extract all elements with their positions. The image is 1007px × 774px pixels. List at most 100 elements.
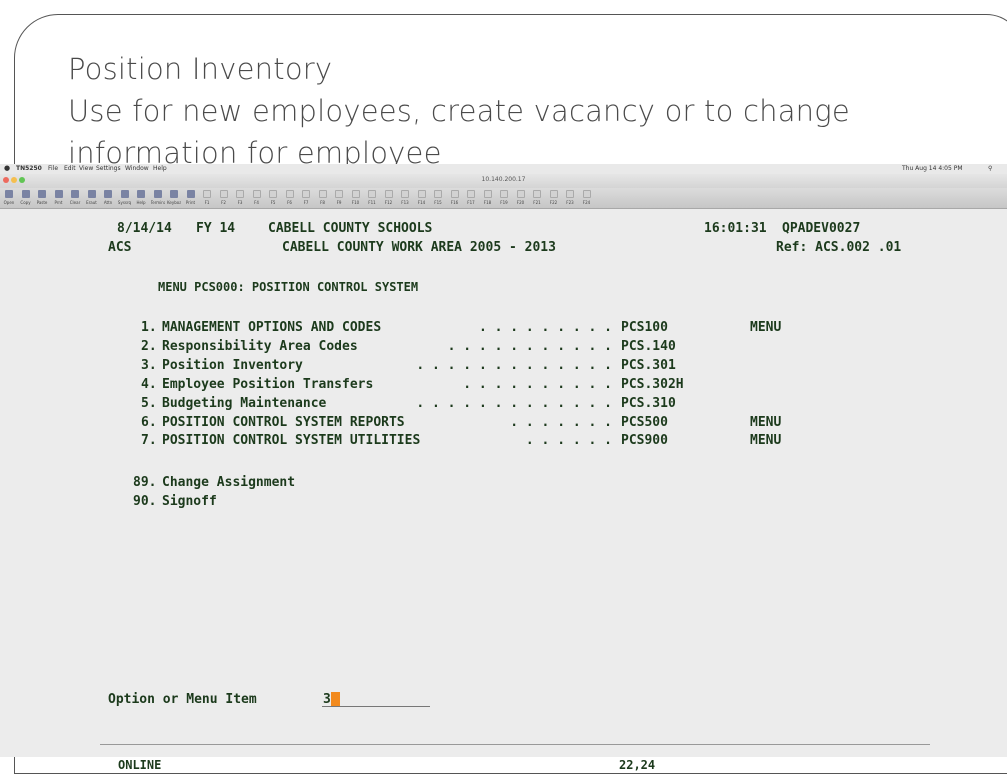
window-title: 10.140.200.17	[481, 176, 526, 183]
toolbar-button[interactable]: F6	[283, 190, 297, 205]
window-titlebar: 10.140.200.17	[0, 174, 1007, 188]
toolbar-button[interactable]: Terminal	[151, 190, 165, 205]
menu-item-89-label[interactable]: Change Assignment	[162, 475, 295, 490]
toolbar-button[interactable]: F21	[530, 190, 544, 205]
toolbar-button-icon	[252, 190, 261, 198]
cursor-position: 22,24	[619, 758, 656, 772]
toolbar-button[interactable]: F11	[365, 190, 379, 205]
toolbar-button-icon	[483, 190, 492, 198]
toolbar-button[interactable]: F19	[497, 190, 511, 205]
toolbar-button[interactable]: F16	[448, 190, 462, 205]
menu-item-number: 1.	[141, 320, 157, 335]
menu-item-leader-dots: . . . . . .	[525, 433, 612, 449]
toolbar-button[interactable]: F10	[349, 190, 363, 205]
toolbar-button[interactable]: Syssrq	[118, 190, 132, 205]
header-device: QPADEV0027	[782, 221, 861, 236]
toolbar-button[interactable]: Paste	[35, 190, 49, 205]
apple-menu-icon[interactable]: ●	[4, 164, 10, 172]
toolbar-button-icon	[318, 190, 327, 198]
toolbar-button[interactable]: Copy	[19, 190, 33, 205]
toolbar-button[interactable]: Prnt	[52, 190, 66, 205]
toolbar-button[interactable]: Open	[2, 190, 16, 205]
spotlight-icon[interactable]: ⚲	[988, 165, 992, 172]
toolbar-button-icon	[38, 190, 46, 198]
toolbar-button[interactable]: Help	[134, 190, 148, 205]
menu-title: MENU PCS000: POSITION CONTROL SYSTEM	[158, 280, 419, 294]
toolbar-button-icon	[434, 190, 442, 198]
toolbar-button-label: F9	[336, 200, 342, 205]
toolbar-button[interactable]: F1	[200, 190, 214, 205]
toolbar: Open Copy Paste Prnt Clear Eraut Attn Syssrq Hel…	[0, 188, 1007, 209]
toolbar-button-label: F16	[450, 200, 459, 205]
menu-item-number: 4.	[141, 376, 157, 392]
menu-settings[interactable]: Settings	[96, 165, 121, 172]
toolbar-button-icon	[302, 190, 310, 198]
menu-help[interactable]: Help	[153, 165, 167, 172]
menu-edit[interactable]: Edit	[64, 165, 76, 172]
menu-item-label[interactable]: POSITION CONTROL SYSTEM UTILITIES	[162, 433, 420, 448]
toolbar-button-label: F12	[384, 200, 393, 205]
toolbar-button[interactable]: F22	[547, 190, 561, 205]
menu-file[interactable]: File	[48, 165, 58, 172]
menu-item-leader-dots: . . . . . . . . . .	[463, 376, 612, 392]
toolbar-button[interactable]: F12	[382, 190, 396, 205]
menu-window[interactable]: Window	[125, 165, 149, 172]
status-online: ONLINE	[118, 758, 162, 772]
toolbar-button[interactable]: Keyboard	[167, 190, 181, 205]
toolbar-button-label: F10	[351, 200, 360, 205]
toolbar-button[interactable]: F7	[299, 190, 313, 205]
toolbar-button[interactable]: F4	[250, 190, 264, 205]
menu-item-label[interactable]: Position Inventory	[162, 358, 303, 373]
toolbar-button[interactable]: Eraut	[85, 190, 99, 205]
option-input[interactable]: 3	[323, 692, 340, 707]
menu-app-name[interactable]: TN5250	[16, 165, 42, 172]
toolbar-button[interactable]: F14	[415, 190, 429, 205]
menu-item-label[interactable]: POSITION CONTROL SYSTEM REPORTS	[162, 415, 405, 430]
toolbar-button[interactable]: F5	[266, 190, 280, 205]
toolbar-button-label: F6	[287, 200, 292, 205]
toolbar-button-icon	[170, 190, 178, 198]
terminal-screen[interactable]: 8/14/14 FY 14 CABELL COUNTY SCHOOLS 16:0…	[0, 209, 1007, 772]
toolbar-button-icon	[236, 190, 244, 198]
toolbar-button[interactable]: F13	[398, 190, 412, 205]
toolbar-button[interactable]: F15	[431, 190, 445, 205]
menu-item-label[interactable]: Responsibility Area Codes	[162, 339, 358, 354]
toolbar-button[interactable]: Attn	[101, 190, 115, 205]
toolbar-button[interactable]: F20	[514, 190, 528, 205]
header-organization: CABELL COUNTY SCHOOLS	[268, 221, 433, 236]
toolbar-button[interactable]: Clear	[68, 190, 82, 205]
toolbar-button-label: Keyboard	[167, 200, 181, 205]
toolbar-button-label: F19	[500, 200, 508, 205]
menu-item-number: 5.	[141, 395, 157, 411]
toolbar-button-label: F5	[270, 200, 276, 205]
menu-item-89-number: 89.	[133, 475, 157, 490]
toolbar-button-label: F14	[417, 200, 426, 205]
menu-view[interactable]: View	[79, 165, 93, 172]
menu-item-label[interactable]: Budgeting Maintenance	[162, 396, 326, 411]
menu-item-code: PCS.310	[621, 395, 676, 411]
toolbar-button[interactable]: F3	[233, 190, 247, 205]
toolbar-button-icon	[549, 190, 558, 198]
menu-item-90-label[interactable]: Signoff	[162, 494, 217, 509]
toolbar-button[interactable]: F9	[332, 190, 346, 205]
option-prompt-label: Option or Menu Item	[108, 692, 257, 707]
toolbar-button[interactable]: F2	[217, 190, 231, 205]
toolbar-button[interactable]: F17	[464, 190, 478, 205]
toolbar-button[interactable]: F24	[580, 190, 594, 205]
toolbar-button-label: Eraut	[86, 200, 97, 205]
toolbar-button[interactable]: F18	[481, 190, 495, 205]
toolbar-button-label: Print	[185, 200, 196, 205]
status-divider	[100, 744, 930, 745]
toolbar-button-icon	[269, 190, 277, 198]
menu-item-label[interactable]: MANAGEMENT OPTIONS AND CODES	[162, 320, 381, 335]
toolbar-button[interactable]: Print	[184, 190, 198, 205]
toolbar-button[interactable]: F23	[563, 190, 577, 205]
menu-item-label[interactable]: Employee Position Transfers	[162, 377, 373, 392]
toolbar-button-icon	[450, 190, 459, 198]
header-date: 8/14/14	[117, 221, 172, 236]
toolbar-button[interactable]: F8	[316, 190, 330, 205]
menu-item-number: 6.	[141, 414, 157, 430]
header-work-area: CABELL COUNTY WORK AREA 2005 - 2013	[282, 240, 556, 255]
header-fiscal-year: FY 14	[196, 221, 236, 236]
header-time: 16:01:31	[704, 221, 767, 236]
